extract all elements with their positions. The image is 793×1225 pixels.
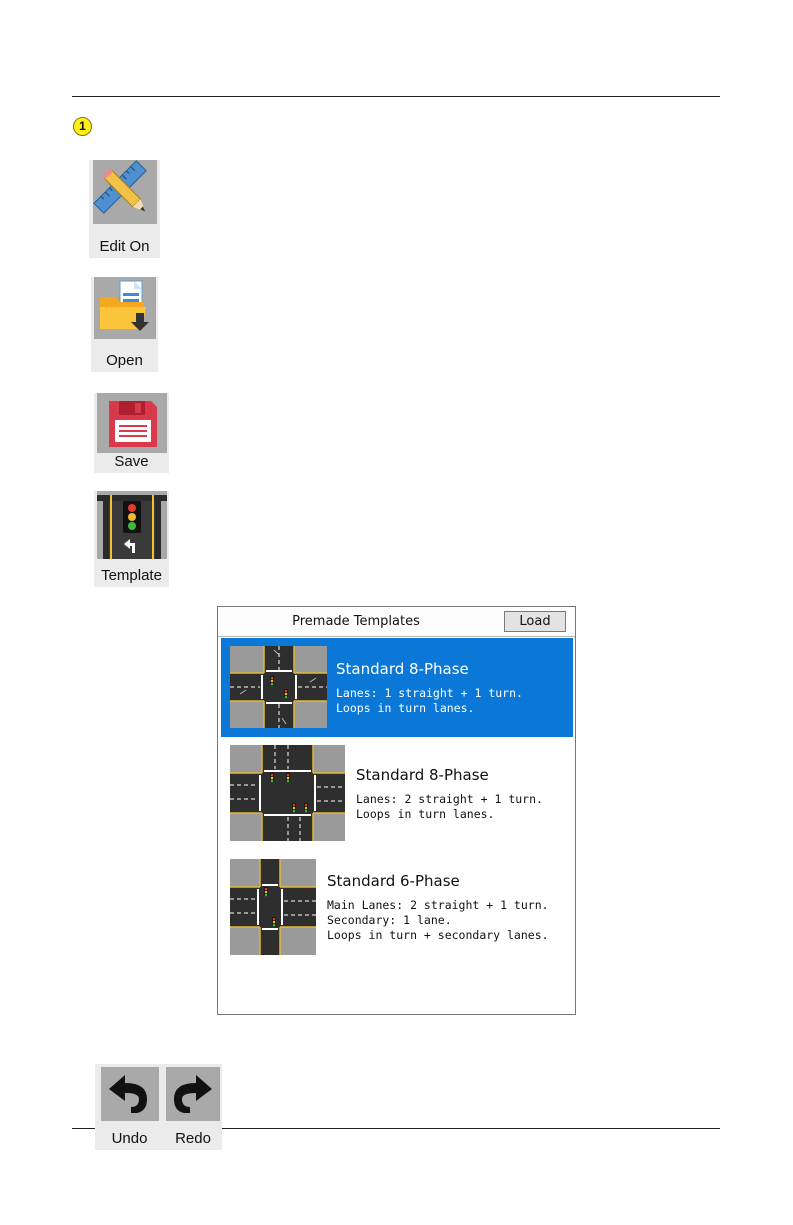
top-rule [72, 96, 720, 97]
edit-on-button[interactable]: Edit On [89, 160, 160, 258]
intersection-thumbnail-icon [230, 859, 316, 955]
load-button[interactable]: Load [504, 611, 566, 632]
template-title: Standard 8-Phase [356, 766, 489, 784]
dialog-title: Premade Templates [292, 614, 420, 629]
callout-number-badge: 1 [73, 117, 92, 136]
traffic-light-template-icon [96, 491, 167, 559]
template-label: Template [101, 567, 162, 584]
template-title: Standard 6-Phase [327, 872, 460, 890]
template-button[interactable]: Template [94, 491, 169, 587]
pencil-ruler-icon [92, 160, 157, 224]
template-desc-line: Loops in turn + secondary lanes. [327, 928, 549, 942]
premade-templates-dialog: Premade Templates Load Standard 8-Phase … [217, 606, 576, 1015]
dialog-header: Premade Templates Load [218, 607, 575, 637]
template-desc-line: Secondary: 1 lane. [327, 913, 452, 927]
template-title: Standard 8-Phase [336, 660, 469, 678]
floppy-disk-icon [96, 393, 167, 453]
undo-button[interactable]: Undo [95, 1064, 164, 1150]
redo-label: Redo [175, 1130, 211, 1147]
undo-arrow-icon [100, 1067, 159, 1121]
template-desc-line: Lanes: 1 straight + 1 turn. [336, 686, 523, 700]
redo-arrow-icon [166, 1067, 220, 1121]
open-button[interactable]: Open [91, 277, 158, 372]
template-desc-line: Main Lanes: 2 straight + 1 turn. [327, 898, 549, 912]
template-item-8-phase-2-lane[interactable]: Standard 8-Phase Lanes: 2 straight + 1 t… [221, 740, 573, 845]
template-desc-line: Loops in turn lanes. [336, 701, 475, 715]
template-desc-line: Loops in turn lanes. [356, 807, 495, 821]
template-item-8-phase-1-lane[interactable]: Standard 8-Phase Lanes: 1 straight + 1 t… [221, 638, 573, 737]
open-label: Open [106, 352, 143, 369]
intersection-thumbnail-icon [230, 745, 345, 841]
redo-button[interactable]: Redo [164, 1064, 222, 1150]
intersection-thumbnail-icon [230, 646, 327, 728]
edit-on-label: Edit On [99, 238, 150, 255]
template-desc-line: Lanes: 2 straight + 1 turn. [356, 792, 543, 806]
undo-label: Undo [111, 1130, 148, 1147]
save-button[interactable]: Save [94, 393, 169, 473]
template-item-6-phase[interactable]: Standard 6-Phase Main Lanes: 2 straight … [221, 853, 573, 958]
save-label: Save [114, 453, 149, 470]
folder-open-icon [93, 277, 156, 339]
